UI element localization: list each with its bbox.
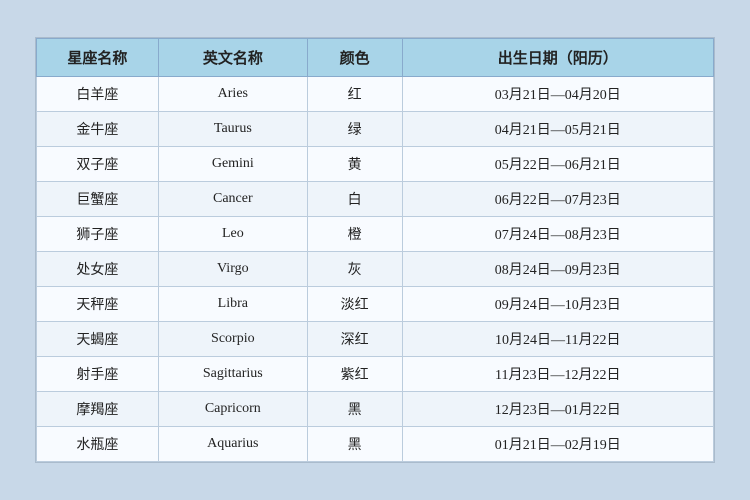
cell-r6-c3: 09月24日—10月23日 <box>402 287 713 322</box>
cell-r3-c3: 06月22日—07月23日 <box>402 182 713 217</box>
cell-r9-c0: 摩羯座 <box>37 392 159 427</box>
cell-r7-c2: 深红 <box>307 322 402 357</box>
cell-r10-c2: 黑 <box>307 427 402 462</box>
header-2: 颜色 <box>307 39 402 77</box>
cell-r0-c3: 03月21日—04月20日 <box>402 77 713 112</box>
cell-r2-c1: Gemini <box>158 147 307 182</box>
cell-r9-c1: Capricorn <box>158 392 307 427</box>
cell-r6-c0: 天秤座 <box>37 287 159 322</box>
table-body: 白羊座Aries红03月21日—04月20日金牛座Taurus绿04月21日—0… <box>37 77 714 462</box>
cell-r8-c0: 射手座 <box>37 357 159 392</box>
cell-r4-c0: 狮子座 <box>37 217 159 252</box>
table-row: 射手座Sagittarius紫红11月23日—12月22日 <box>37 357 714 392</box>
cell-r2-c0: 双子座 <box>37 147 159 182</box>
cell-r1-c3: 04月21日—05月21日 <box>402 112 713 147</box>
cell-r4-c1: Leo <box>158 217 307 252</box>
cell-r10-c3: 01月21日—02月19日 <box>402 427 713 462</box>
header-0: 星座名称 <box>37 39 159 77</box>
cell-r1-c1: Taurus <box>158 112 307 147</box>
table-row: 水瓶座Aquarius黑01月21日—02月19日 <box>37 427 714 462</box>
cell-r0-c0: 白羊座 <box>37 77 159 112</box>
cell-r2-c2: 黄 <box>307 147 402 182</box>
table-row: 摩羯座Capricorn黑12月23日—01月22日 <box>37 392 714 427</box>
cell-r9-c2: 黑 <box>307 392 402 427</box>
cell-r10-c0: 水瓶座 <box>37 427 159 462</box>
cell-r1-c0: 金牛座 <box>37 112 159 147</box>
cell-r8-c2: 紫红 <box>307 357 402 392</box>
table-row: 处女座Virgo灰08月24日—09月23日 <box>37 252 714 287</box>
table-row: 金牛座Taurus绿04月21日—05月21日 <box>37 112 714 147</box>
cell-r4-c2: 橙 <box>307 217 402 252</box>
table-row: 天秤座Libra淡红09月24日—10月23日 <box>37 287 714 322</box>
cell-r3-c1: Cancer <box>158 182 307 217</box>
cell-r5-c0: 处女座 <box>37 252 159 287</box>
table-row: 天蝎座Scorpio深红10月24日—11月22日 <box>37 322 714 357</box>
table-row: 白羊座Aries红03月21日—04月20日 <box>37 77 714 112</box>
cell-r8-c1: Sagittarius <box>158 357 307 392</box>
table-row: 双子座Gemini黄05月22日—06月21日 <box>37 147 714 182</box>
cell-r7-c1: Scorpio <box>158 322 307 357</box>
cell-r7-c0: 天蝎座 <box>37 322 159 357</box>
cell-r3-c0: 巨蟹座 <box>37 182 159 217</box>
cell-r10-c1: Aquarius <box>158 427 307 462</box>
zodiac-table: 星座名称英文名称颜色出生日期（阳历） 白羊座Aries红03月21日—04月20… <box>36 38 714 462</box>
cell-r1-c2: 绿 <box>307 112 402 147</box>
cell-r0-c1: Aries <box>158 77 307 112</box>
cell-r8-c3: 11月23日—12月22日 <box>402 357 713 392</box>
cell-r6-c2: 淡红 <box>307 287 402 322</box>
cell-r0-c2: 红 <box>307 77 402 112</box>
cell-r3-c2: 白 <box>307 182 402 217</box>
table-header-row: 星座名称英文名称颜色出生日期（阳历） <box>37 39 714 77</box>
cell-r4-c3: 07月24日—08月23日 <box>402 217 713 252</box>
cell-r5-c2: 灰 <box>307 252 402 287</box>
cell-r5-c1: Virgo <box>158 252 307 287</box>
header-1: 英文名称 <box>158 39 307 77</box>
zodiac-table-container: 星座名称英文名称颜色出生日期（阳历） 白羊座Aries红03月21日—04月20… <box>35 37 715 463</box>
cell-r7-c3: 10月24日—11月22日 <box>402 322 713 357</box>
cell-r5-c3: 08月24日—09月23日 <box>402 252 713 287</box>
table-row: 狮子座Leo橙07月24日—08月23日 <box>37 217 714 252</box>
cell-r6-c1: Libra <box>158 287 307 322</box>
cell-r2-c3: 05月22日—06月21日 <box>402 147 713 182</box>
header-3: 出生日期（阳历） <box>402 39 713 77</box>
table-row: 巨蟹座Cancer白06月22日—07月23日 <box>37 182 714 217</box>
cell-r9-c3: 12月23日—01月22日 <box>402 392 713 427</box>
